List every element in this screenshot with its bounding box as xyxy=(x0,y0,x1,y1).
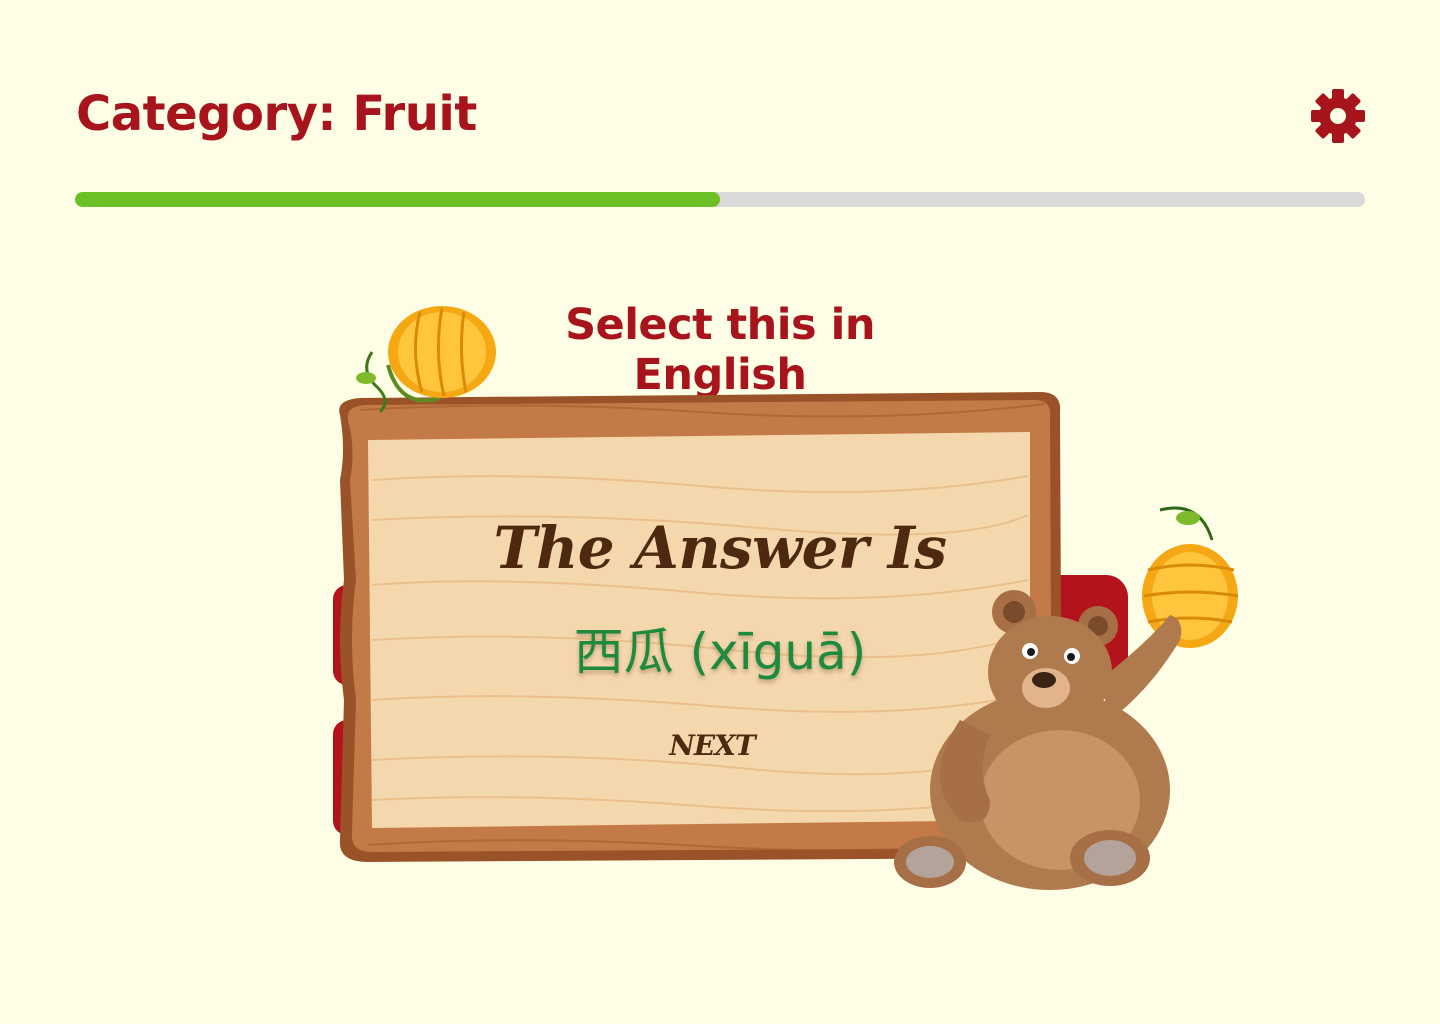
next-button[interactable]: NEXT xyxy=(650,726,774,766)
answer-heading: The Answer Is xyxy=(493,514,947,582)
answer-word: 西瓜 (xīguā) xyxy=(573,623,867,681)
honeycomb-icon xyxy=(356,306,496,414)
wooden-sign-scene xyxy=(333,306,1239,890)
